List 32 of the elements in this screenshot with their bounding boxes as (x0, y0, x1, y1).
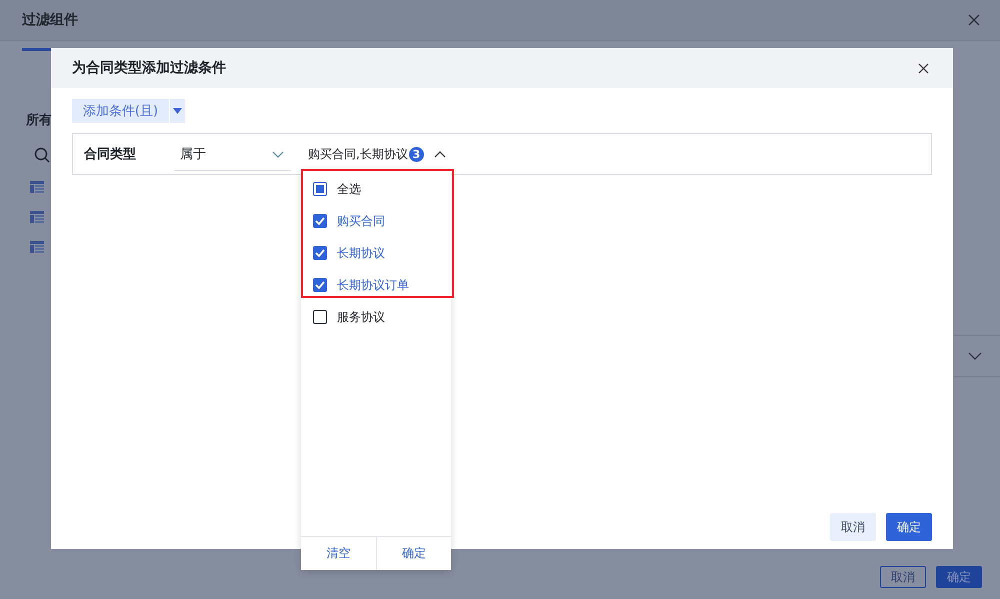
search-icon[interactable] (34, 147, 50, 163)
option-item[interactable]: 购买合同 (301, 205, 451, 237)
chevron-down-icon (272, 150, 284, 158)
clear-button[interactable]: 清空 (301, 537, 376, 570)
chevron-icon (434, 150, 446, 158)
dropdown-toggle-button[interactable] (170, 99, 185, 123)
section-label: 所有 (26, 112, 52, 129)
checkbox[interactable] (313, 182, 327, 196)
option-item[interactable]: 全选 (301, 173, 451, 205)
add-condition-button[interactable]: 添加条件(且) (72, 99, 169, 123)
dialog-title: 为合同类型添加过滤条件 (72, 59, 226, 77)
window-title: 过滤组件 (22, 11, 78, 29)
triangle-down-icon (173, 108, 182, 114)
confirm-button[interactable]: 确定 (376, 537, 451, 570)
cancel-button[interactable]: 取消 (830, 513, 876, 541)
confirm-button[interactable]: 确定 (886, 513, 932, 541)
count-badge: 3 (408, 146, 424, 162)
option-item[interactable]: 服务协议 (301, 301, 451, 333)
field-label: 合同类型 (84, 146, 137, 163)
checkbox[interactable] (313, 310, 327, 324)
close-icon[interactable] (918, 62, 929, 74)
option-item[interactable]: 长期协议 (301, 237, 451, 269)
checkbox[interactable] (313, 246, 327, 260)
cancel-button[interactable]: 取消 (880, 566, 926, 588)
tab-underline[interactable] (22, 48, 52, 51)
checkbox[interactable] (313, 214, 327, 228)
option-item[interactable]: 长期协议订单 (301, 269, 451, 301)
confirm-button[interactable]: 确定 (936, 566, 982, 588)
chevron-down-icon (968, 352, 982, 360)
select-field[interactable] (954, 335, 1000, 377)
checkbox[interactable] (313, 278, 327, 292)
operator-select[interactable]: 属于 (174, 138, 291, 170)
